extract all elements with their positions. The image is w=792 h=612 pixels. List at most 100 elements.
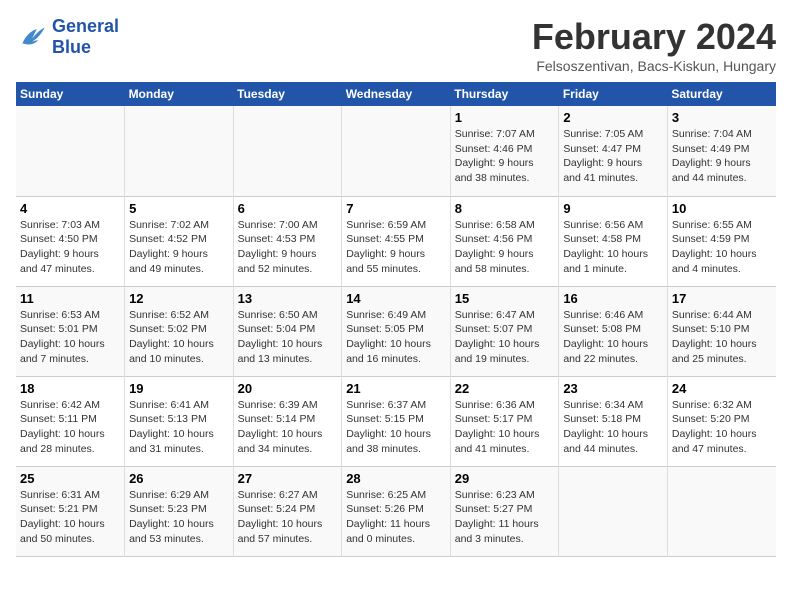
- column-header-tuesday: Tuesday: [233, 82, 342, 106]
- calendar-cell: 12 Sunrise: 6:52 AM Sunset: 5:02 PM Dayli…: [125, 286, 234, 376]
- day-number: 9: [563, 201, 663, 216]
- calendar-cell: 1 Sunrise: 7:07 AM Sunset: 4:46 PM Daylig…: [450, 106, 559, 196]
- day-number: 6: [238, 201, 338, 216]
- column-header-thursday: Thursday: [450, 82, 559, 106]
- day-info: Sunrise: 6:53 AM Sunset: 5:01 PM Dayligh…: [20, 308, 120, 367]
- day-number: 2: [563, 110, 663, 125]
- day-number: 21: [346, 381, 446, 396]
- column-header-sunday: Sunday: [16, 82, 125, 106]
- day-number: 8: [455, 201, 555, 216]
- calendar-cell: 14 Sunrise: 6:49 AM Sunset: 5:05 PM Dayli…: [342, 286, 451, 376]
- week-row-2: 4Sunrise: 7:03 AM Sunset: 4:50 PM Daylig…: [16, 196, 776, 286]
- day-info: Sunrise: 6:31 AM Sunset: 5:21 PM Dayligh…: [20, 488, 120, 547]
- day-info: Sunrise: 6:58 AM Sunset: 4:56 PM Dayligh…: [455, 218, 555, 277]
- day-number: 27: [238, 471, 338, 486]
- day-info: Sunrise: 6:37 AM Sunset: 5:15 PM Dayligh…: [346, 398, 446, 457]
- day-info: Sunrise: 7:07 AM Sunset: 4:46 PM Dayligh…: [455, 127, 555, 186]
- week-row-1: 1 Sunrise: 7:07 AM Sunset: 4:46 PM Daylig…: [16, 106, 776, 196]
- day-number: 3: [672, 110, 772, 125]
- day-number: 5: [129, 201, 229, 216]
- day-number: 13: [238, 291, 338, 306]
- day-info: Sunrise: 6:46 AM Sunset: 5:08 PM Dayligh…: [563, 308, 663, 367]
- day-info: Sunrise: 7:03 AM Sunset: 4:50 PM Dayligh…: [20, 218, 120, 277]
- day-number: 29: [455, 471, 555, 486]
- day-info: Sunrise: 6:23 AM Sunset: 5:27 PM Dayligh…: [455, 488, 555, 547]
- calendar-cell: 22 Sunrise: 6:36 AM Sunset: 5:17 PM Dayli…: [450, 376, 559, 466]
- calendar-cell: 21 Sunrise: 6:37 AM Sunset: 5:15 PM Dayli…: [342, 376, 451, 466]
- day-info: Sunrise: 6:36 AM Sunset: 5:17 PM Dayligh…: [455, 398, 555, 457]
- week-row-3: 11 Sunrise: 6:53 AM Sunset: 5:01 PM Dayli…: [16, 286, 776, 376]
- calendar-cell: 13 Sunrise: 6:50 AM Sunset: 5:04 PM Dayli…: [233, 286, 342, 376]
- day-info: Sunrise: 7:05 AM Sunset: 4:47 PM Dayligh…: [563, 127, 663, 186]
- day-info: Sunrise: 6:44 AM Sunset: 5:10 PM Dayligh…: [672, 308, 772, 367]
- day-info: Sunrise: 6:32 AM Sunset: 5:20 PM Dayligh…: [672, 398, 772, 457]
- day-number: 24: [672, 381, 772, 396]
- calendar-cell: 15 Sunrise: 6:47 AM Sunset: 5:07 PM Dayli…: [450, 286, 559, 376]
- title-area: February 2024 Felsoszentivan, Bacs-Kisku…: [532, 16, 776, 74]
- location: Felsoszentivan, Bacs-Kiskun, Hungary: [532, 58, 776, 74]
- calendar-cell: 10Sunrise: 6:55 AM Sunset: 4:59 PM Dayli…: [667, 196, 776, 286]
- calendar-cell: [342, 106, 451, 196]
- calendar-cell: 6Sunrise: 7:00 AM Sunset: 4:53 PM Daylig…: [233, 196, 342, 286]
- day-info: Sunrise: 6:47 AM Sunset: 5:07 PM Dayligh…: [455, 308, 555, 367]
- calendar-cell: 5 Sunrise: 7:02 AM Sunset: 4:52 PM Daylig…: [125, 196, 234, 286]
- calendar-cell: 25Sunrise: 6:31 AM Sunset: 5:21 PM Dayli…: [16, 466, 125, 556]
- calendar-cell: 18 Sunrise: 6:42 AM Sunset: 5:11 PM Dayli…: [16, 376, 125, 466]
- calendar-cell: 24 Sunrise: 6:32 AM Sunset: 5:20 PM Dayli…: [667, 376, 776, 466]
- day-number: 18: [20, 381, 120, 396]
- calendar-cell: [667, 466, 776, 556]
- calendar-cell: 27 Sunrise: 6:27 AM Sunset: 5:24 PM Dayli…: [233, 466, 342, 556]
- calendar-cell: 4Sunrise: 7:03 AM Sunset: 4:50 PM Daylig…: [16, 196, 125, 286]
- day-number: 7: [346, 201, 446, 216]
- day-number: 19: [129, 381, 229, 396]
- day-number: 14: [346, 291, 446, 306]
- day-info: Sunrise: 6:27 AM Sunset: 5:24 PM Dayligh…: [238, 488, 338, 547]
- column-header-wednesday: Wednesday: [342, 82, 451, 106]
- day-number: 12: [129, 291, 229, 306]
- calendar-cell: 23 Sunrise: 6:34 AM Sunset: 5:18 PM Dayli…: [559, 376, 668, 466]
- calendar-cell: [559, 466, 668, 556]
- day-info: Sunrise: 6:34 AM Sunset: 5:18 PM Dayligh…: [563, 398, 663, 457]
- day-info: Sunrise: 7:02 AM Sunset: 4:52 PM Dayligh…: [129, 218, 229, 277]
- day-info: Sunrise: 6:56 AM Sunset: 4:58 PM Dayligh…: [563, 218, 663, 277]
- day-number: 15: [455, 291, 555, 306]
- day-info: Sunrise: 6:41 AM Sunset: 5:13 PM Dayligh…: [129, 398, 229, 457]
- calendar-table: SundayMondayTuesdayWednesdayThursdayFrid…: [16, 82, 776, 557]
- calendar-cell: 9 Sunrise: 6:56 AM Sunset: 4:58 PM Daylig…: [559, 196, 668, 286]
- day-info: Sunrise: 6:59 AM Sunset: 4:55 PM Dayligh…: [346, 218, 446, 277]
- calendar-cell: [16, 106, 125, 196]
- day-number: 17: [672, 291, 772, 306]
- day-info: Sunrise: 6:42 AM Sunset: 5:11 PM Dayligh…: [20, 398, 120, 457]
- day-info: Sunrise: 6:49 AM Sunset: 5:05 PM Dayligh…: [346, 308, 446, 367]
- day-number: 23: [563, 381, 663, 396]
- day-info: Sunrise: 6:50 AM Sunset: 5:04 PM Dayligh…: [238, 308, 338, 367]
- day-info: Sunrise: 7:04 AM Sunset: 4:49 PM Dayligh…: [672, 127, 772, 186]
- day-number: 20: [238, 381, 338, 396]
- calendar-cell: 26 Sunrise: 6:29 AM Sunset: 5:23 PM Dayli…: [125, 466, 234, 556]
- column-header-friday: Friday: [559, 82, 668, 106]
- day-info: Sunrise: 6:52 AM Sunset: 5:02 PM Dayligh…: [129, 308, 229, 367]
- week-row-5: 25Sunrise: 6:31 AM Sunset: 5:21 PM Dayli…: [16, 466, 776, 556]
- calendar-cell: [233, 106, 342, 196]
- calendar-cell: 2 Sunrise: 7:05 AM Sunset: 4:47 PM Daylig…: [559, 106, 668, 196]
- logo: General Blue: [16, 16, 119, 58]
- calendar-cell: 11 Sunrise: 6:53 AM Sunset: 5:01 PM Dayli…: [16, 286, 125, 376]
- day-info: Sunrise: 6:25 AM Sunset: 5:26 PM Dayligh…: [346, 488, 446, 547]
- logo-icon: [16, 21, 48, 53]
- calendar-header-row: SundayMondayTuesdayWednesdayThursdayFrid…: [16, 82, 776, 106]
- day-number: 1: [455, 110, 555, 125]
- column-header-monday: Monday: [125, 82, 234, 106]
- calendar-cell: 8 Sunrise: 6:58 AM Sunset: 4:56 PM Daylig…: [450, 196, 559, 286]
- day-number: 22: [455, 381, 555, 396]
- calendar-cell: 20 Sunrise: 6:39 AM Sunset: 5:14 PM Dayli…: [233, 376, 342, 466]
- day-number: 11: [20, 291, 120, 306]
- week-row-4: 18 Sunrise: 6:42 AM Sunset: 5:11 PM Dayli…: [16, 376, 776, 466]
- month-title: February 2024: [532, 16, 776, 58]
- day-info: Sunrise: 6:29 AM Sunset: 5:23 PM Dayligh…: [129, 488, 229, 547]
- day-info: Sunrise: 6:39 AM Sunset: 5:14 PM Dayligh…: [238, 398, 338, 457]
- day-number: 26: [129, 471, 229, 486]
- calendar-cell: 17 Sunrise: 6:44 AM Sunset: 5:10 PM Dayli…: [667, 286, 776, 376]
- calendar-cell: 16Sunrise: 6:46 AM Sunset: 5:08 PM Dayli…: [559, 286, 668, 376]
- calendar-cell: 28Sunrise: 6:25 AM Sunset: 5:26 PM Dayli…: [342, 466, 451, 556]
- column-header-saturday: Saturday: [667, 82, 776, 106]
